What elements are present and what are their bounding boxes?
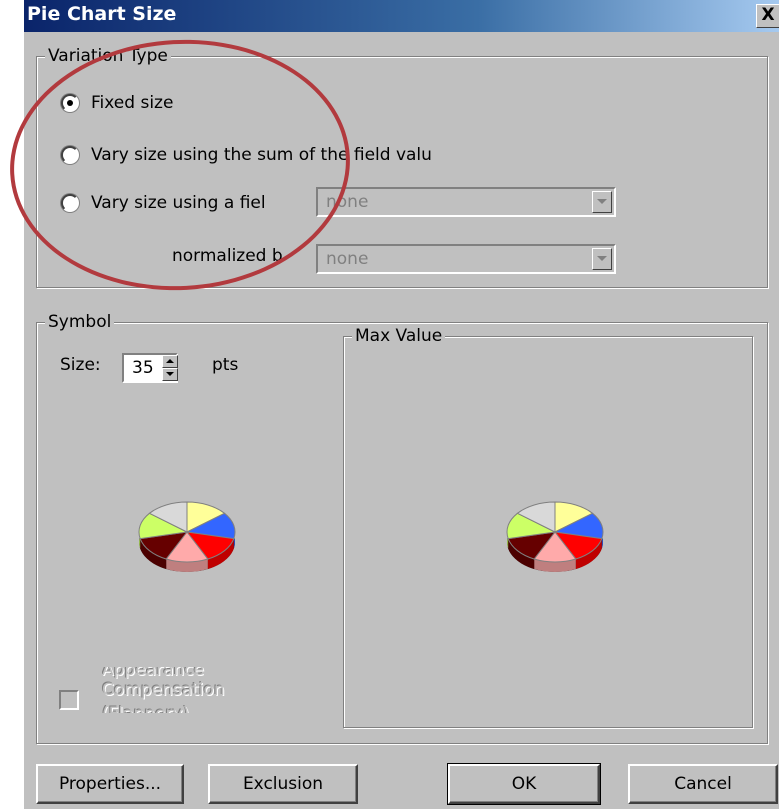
max-value-pie-icon	[506, 501, 604, 572]
radio-label-vary-sum: Vary size using the sum of the field val…	[91, 145, 432, 165]
appearance-compensation-label: Appearance Compensation (Flannery)	[102, 667, 225, 713]
size-stepper[interactable]: 35	[122, 353, 178, 383]
size-value: 35	[132, 358, 154, 378]
field-select[interactable]: none	[316, 187, 616, 217]
field-select-value: none	[326, 192, 369, 212]
normalized-by-label: normalized b	[172, 246, 283, 266]
ok-button[interactable]: OK	[447, 763, 601, 805]
pie-slices	[138, 501, 236, 572]
cancel-button[interactable]: Cancel	[628, 764, 778, 804]
appearance-compensation-checkbox[interactable]	[59, 690, 79, 710]
pie-chart-size-dialog: Pie Chart Size X Variation Type Fixed si…	[23, 0, 779, 809]
pie-chart-preview-icon	[138, 501, 236, 572]
variation-type-legend: Variation Type	[45, 45, 171, 67]
radio-vary-field[interactable]: Vary size using a fiel	[61, 193, 266, 213]
radio-fixed-size[interactable]: Fixed size	[61, 93, 173, 113]
chevron-down-icon[interactable]	[592, 248, 612, 270]
radio-vary-sum[interactable]: Vary size using the sum of the field val…	[61, 145, 432, 165]
normalized-select-value: none	[326, 249, 369, 269]
symbol-legend: Symbol	[45, 311, 115, 333]
size-unit-label: pts	[212, 355, 239, 375]
appearance-label-line3: (Flannery)	[102, 701, 225, 713]
normalized-by-select[interactable]: none	[316, 244, 616, 274]
appearance-label-line1: Appearance	[102, 667, 205, 679]
spin-down-icon[interactable]	[162, 368, 178, 381]
max-value-legend: Max Value	[352, 325, 446, 347]
radio-button[interactable]	[61, 146, 79, 164]
pie-slices	[506, 501, 604, 572]
close-button[interactable]: X	[756, 4, 779, 28]
radio-button-checked[interactable]	[61, 94, 79, 112]
radio-button[interactable]	[61, 194, 79, 212]
chevron-down-icon[interactable]	[592, 191, 612, 213]
spin-up-icon[interactable]	[162, 355, 178, 368]
radio-label-vary-field: Vary size using a fiel	[91, 193, 266, 213]
properties-button[interactable]: Properties...	[36, 764, 184, 804]
dialog-title: Pie Chart Size	[27, 3, 177, 25]
exclusion-button[interactable]: Exclusion	[208, 764, 358, 804]
title-bar: Pie Chart Size X	[24, 0, 779, 32]
appearance-label-line2: Compensation	[102, 680, 225, 700]
size-label: Size:	[60, 355, 101, 375]
radio-label-fixed-size: Fixed size	[91, 93, 174, 113]
